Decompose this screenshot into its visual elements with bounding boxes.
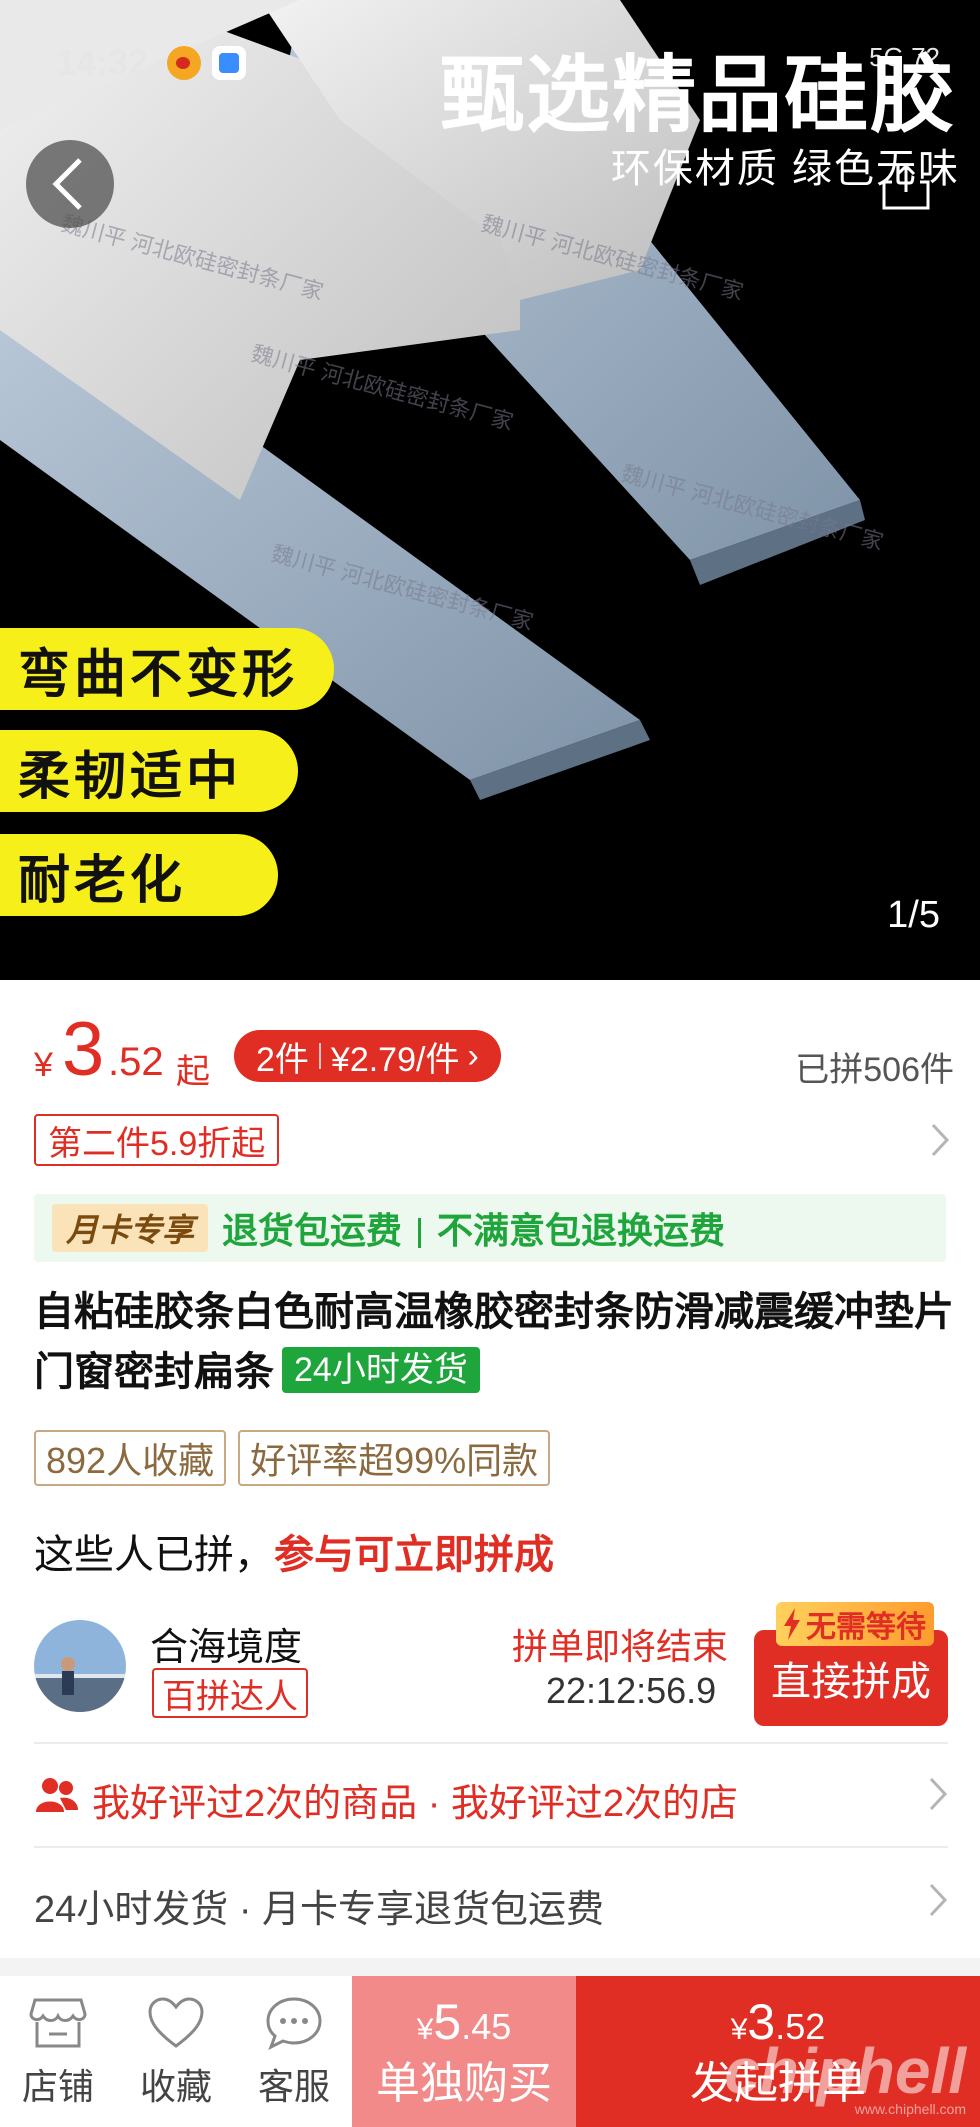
benefit-divider: [418, 1218, 422, 1249]
feature-pill: 柔韧适中: [0, 730, 298, 812]
multi-buy-badge[interactable]: 2件 ¥2.79/件 ›: [234, 1030, 501, 1082]
divider: [34, 1742, 948, 1744]
customer-service-button[interactable]: 客服: [244, 1996, 344, 2110]
store-icon: [29, 1998, 87, 2048]
chevron-right-icon: [929, 1777, 948, 1811]
month-card-banner[interactable]: 月卡专享 退货包运费 不满意包退换运费: [34, 1194, 946, 1262]
favorites-tag: 892人收藏: [34, 1430, 227, 1486]
feature-pill: 耐老化: [0, 834, 278, 916]
bottom-action-bar: 店铺 收藏 客服 ¥5.45 单独购买 ¥3.52 发起拼单 chiphell …: [0, 1976, 980, 2127]
shipping-info-text: 24小时发货 · 月卡专享退货包运费: [34, 1889, 605, 1931]
price-row: ¥ 3 .52 起 2件 ¥2.79/件 › 已拼506件: [34, 1007, 954, 1092]
share-icon: [882, 163, 930, 210]
chat-icon: [266, 1997, 322, 2050]
price-currency: ¥: [34, 1046, 53, 1084]
hero-title: 甄选精品硅胶: [439, 48, 956, 142]
product-image-carousel[interactable]: 魏川平 河北欧硅密封条厂家 魏川平 河北欧硅密封条厂家 魏川平 河北欧硅密封条厂…: [0, 0, 980, 980]
chevron-right-icon: [929, 1883, 948, 1917]
buy-alone-label: 单独购买: [376, 2058, 552, 2108]
status-time: 14:32: [56, 42, 149, 83]
discount-row[interactable]: 第二件5.9折起: [34, 1114, 950, 1168]
chevron-right-icon: [931, 1123, 950, 1157]
multi-qty: 2件: [256, 1040, 309, 1079]
product-tags: 892人收藏 好评率超99%同款: [34, 1430, 551, 1486]
month-card-benefits: 退货包运费 不满意包退换运费: [222, 1210, 726, 1251]
carousel-page-indicator: 1/5: [887, 894, 940, 936]
product-title: 自粘硅胶条白色耐高温橡胶密封条防滑减震缓冲垫片门窗密封扁条 24小时发货: [34, 1282, 954, 1402]
avatar: [34, 1620, 126, 1712]
group-heading-highlight: 参与可立即拼成: [274, 1533, 554, 1577]
favorite-button[interactable]: 收藏: [126, 1996, 226, 2110]
chevron-right-icon: ›: [467, 1036, 479, 1075]
weibo-icon: [167, 46, 201, 80]
no-wait-badge: 无需等待: [776, 1602, 934, 1646]
group-countdown: 22:12:56.9: [546, 1670, 717, 1711]
review-history-row[interactable]: 我好评过2次的商品 · 我好评过2次的店: [34, 1764, 948, 1825]
group-ending-label: 拼单即将结束: [512, 1626, 729, 1667]
lightning-icon: [784, 1608, 800, 1640]
product-title-text: 自粘硅胶条白色耐高温橡胶密封条防滑减震缓冲垫片门窗密封扁条: [34, 1290, 954, 1394]
discount-tag: 第二件5.9折起: [34, 1114, 280, 1166]
badge-divider: [318, 1043, 321, 1069]
share-button[interactable]: [880, 160, 932, 212]
rating-tag: 好评率超99%同款: [238, 1430, 551, 1486]
shop-label: 店铺: [21, 2066, 94, 2107]
multi-price: ¥2.79/件: [330, 1040, 460, 1079]
sold-count: 已拼506件: [795, 1051, 954, 1089]
divider: [34, 1846, 948, 1848]
section-gap: [0, 1958, 980, 1976]
month-card-tag: 月卡专享: [52, 1204, 209, 1252]
shipping-info-row[interactable]: 24小时发货 · 月卡专享退货包运费: [34, 1870, 948, 1931]
buy-alone-button[interactable]: ¥5.45 单独购买: [352, 1976, 576, 2127]
svg-text:魏川平 河北欧硅密封条厂家: 魏川平 河北欧硅密封条厂家: [249, 341, 516, 435]
users-icon: [36, 1778, 78, 1812]
favorite-label: 收藏: [139, 2066, 212, 2107]
group-heading: 这些人已拼，参与可立即拼成: [34, 1533, 554, 1577]
price-suffix: 起: [176, 1053, 210, 1091]
price-decimal: .52: [108, 1040, 164, 1084]
ship-24h-badge: 24小时发货: [282, 1347, 480, 1393]
group-buy-item: 合海境度 百拼达人 拼单即将结束 22:12:56.9 直接拼成 无需等待: [34, 1602, 948, 1748]
group-user-role: 百拼达人: [152, 1668, 308, 1718]
feature-pill: 弯曲不变形: [0, 628, 334, 710]
buy-alone-price: ¥5.45: [416, 1993, 512, 2050]
price-integer: 3: [62, 1007, 105, 1092]
shop-button[interactable]: 店铺: [8, 1996, 108, 2110]
group-user-name: 合海境度: [150, 1627, 303, 1669]
heart-icon: [148, 1997, 204, 2048]
app-notification-icon: [212, 46, 246, 80]
chevron-left-icon: [52, 158, 82, 210]
back-button[interactable]: [26, 140, 114, 228]
start-group-buy-button[interactable]: ¥3.52 发起拼单 chiphell www.chiphell.com: [576, 1976, 980, 2127]
customer-service-label: 客服: [257, 2066, 330, 2107]
site-watermark: chiphell www.chiphell.com: [724, 2035, 966, 2117]
review-history-text: 我好评过2次的商品 · 我好评过2次的店: [92, 1783, 739, 1825]
